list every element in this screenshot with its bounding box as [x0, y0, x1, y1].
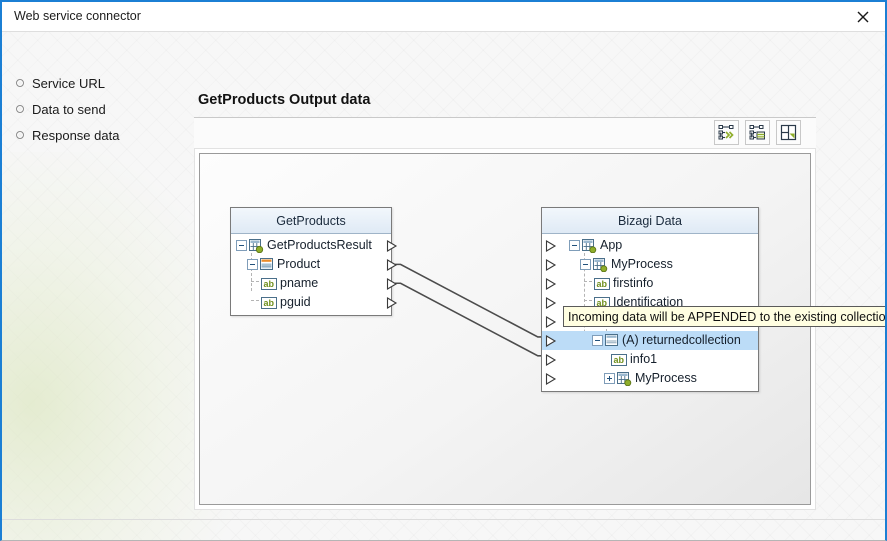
- table-cell-label: pname: [280, 276, 319, 291]
- table-cell-label: GetProductsResult: [267, 238, 372, 253]
- port-in-returnedcollection[interactable]: [545, 335, 557, 347]
- table-cell-label: firstinfo: [613, 276, 654, 291]
- expander-toggle[interactable]: [247, 259, 258, 270]
- port-in-firstinfo[interactable]: [545, 278, 557, 290]
- radio-bullet-icon: [16, 131, 24, 139]
- expander-toggle[interactable]: [592, 335, 603, 346]
- radio-bullet-icon: [16, 79, 24, 87]
- port-out-pguid[interactable]: [386, 297, 398, 309]
- footer-divider: [2, 519, 885, 520]
- arrange-layout-button[interactable]: [776, 120, 801, 145]
- ab-string-icon: ab: [611, 353, 627, 366]
- expander-toggle[interactable]: [580, 259, 591, 270]
- port-in-identification[interactable]: [545, 297, 557, 309]
- svg-text:ab: ab: [614, 355, 625, 365]
- table-row[interactable]: ab pname: [231, 274, 391, 293]
- source-tree-body: GetProductsResult Product ab pname ab pg…: [231, 234, 391, 315]
- wizard-step-nav: Service URL Data to send Response data: [2, 70, 187, 148]
- ab-string-icon: ab: [261, 296, 277, 309]
- tooltip-content: Incoming data will be APPENDED to the ex…: [563, 306, 885, 327]
- sidebar-item-response-data[interactable]: Response data: [2, 122, 187, 148]
- sidebar-item-label: Data to send: [32, 101, 106, 117]
- expander-toggle[interactable]: [569, 240, 580, 251]
- table-cell-label: MyProcess: [611, 257, 673, 272]
- target-tree-box: Bizagi Data App MyProcess ab firstinfo a…: [541, 207, 759, 392]
- expander-toggle[interactable]: [236, 240, 247, 251]
- table-row[interactable]: MyProcess: [542, 255, 758, 274]
- table-row[interactable]: ab info1: [542, 350, 758, 369]
- sidebar-item-data-to-send[interactable]: Data to send: [2, 96, 187, 122]
- entity-icon: [260, 258, 274, 271]
- process-icon: [617, 371, 632, 386]
- window-title: Web service connector: [14, 9, 141, 23]
- sidebar-item-service-url[interactable]: Service URL: [2, 70, 187, 96]
- source-tree-header: GetProducts: [231, 208, 391, 234]
- table-row[interactable]: ab firstinfo: [542, 274, 758, 293]
- map-table-icon: [749, 124, 766, 141]
- arrange-layout-icon: [780, 124, 797, 141]
- table-row[interactable]: GetProductsResult: [231, 236, 391, 255]
- radio-bullet-icon: [16, 105, 24, 113]
- table-row[interactable]: App: [542, 236, 758, 255]
- port-in-info1[interactable]: [545, 354, 557, 366]
- port-in-app[interactable]: [545, 240, 557, 252]
- app-icon: [582, 238, 597, 253]
- mapping-canvas-frame: GetProducts GetProductsResult Product ab…: [194, 148, 816, 510]
- sidebar-item-label: Service URL: [32, 75, 105, 91]
- ab-string-icon: ab: [594, 277, 610, 290]
- table-cell-label: Product: [277, 257, 321, 272]
- table-row[interactable]: Product: [231, 255, 391, 274]
- table-row-selected[interactable]: (A) returnedcollection: [542, 331, 758, 350]
- page-title: GetProducts Output data: [198, 92, 371, 108]
- port-in-myprocess-child[interactable]: [545, 373, 557, 385]
- map-options-button[interactable]: [745, 120, 770, 145]
- port-in-myprocess[interactable]: [545, 259, 557, 271]
- table-cell-label: MyProcess: [635, 371, 697, 386]
- svg-text:ab: ab: [597, 279, 608, 289]
- title-bar: Web service connector: [2, 2, 885, 32]
- dialog-content: Service URL Data to send Response data G…: [2, 32, 885, 540]
- close-icon[interactable]: [841, 2, 885, 32]
- svg-text:ab: ab: [264, 279, 275, 289]
- port-out-product[interactable]: [386, 259, 398, 271]
- sidebar-item-label: Response data: [32, 127, 120, 143]
- table-cell-label: info1: [630, 352, 658, 367]
- expander-toggle[interactable]: [604, 373, 615, 384]
- port-in-spacer[interactable]: [545, 316, 557, 328]
- port-out-getproductsresult[interactable]: [386, 240, 398, 252]
- source-tree-box: GetProducts GetProductsResult Product ab…: [230, 207, 392, 316]
- web-service-connector-window: Web service connector Service URL Data t…: [0, 0, 887, 541]
- mapping-toolbar: [714, 120, 801, 145]
- process-icon: [593, 257, 608, 272]
- entity-icon: [605, 334, 619, 347]
- port-out-pname[interactable]: [386, 278, 398, 290]
- table-cell-label: (A) returnedcollection: [622, 333, 741, 348]
- table-cell-label: pguid: [280, 295, 311, 310]
- table-row[interactable]: MyProcess: [542, 369, 758, 388]
- collection-icon: [249, 238, 264, 253]
- ab-string-icon: ab: [261, 277, 277, 290]
- auto-map-icon: [718, 124, 735, 141]
- svg-text:ab: ab: [264, 298, 275, 308]
- target-tree-header: Bizagi Data: [542, 208, 758, 234]
- table-row[interactable]: ab pguid: [231, 293, 391, 312]
- table-cell-label: App: [600, 238, 623, 253]
- auto-map-button[interactable]: [714, 120, 739, 145]
- mapping-canvas[interactable]: GetProducts GetProductsResult Product ab…: [199, 153, 811, 505]
